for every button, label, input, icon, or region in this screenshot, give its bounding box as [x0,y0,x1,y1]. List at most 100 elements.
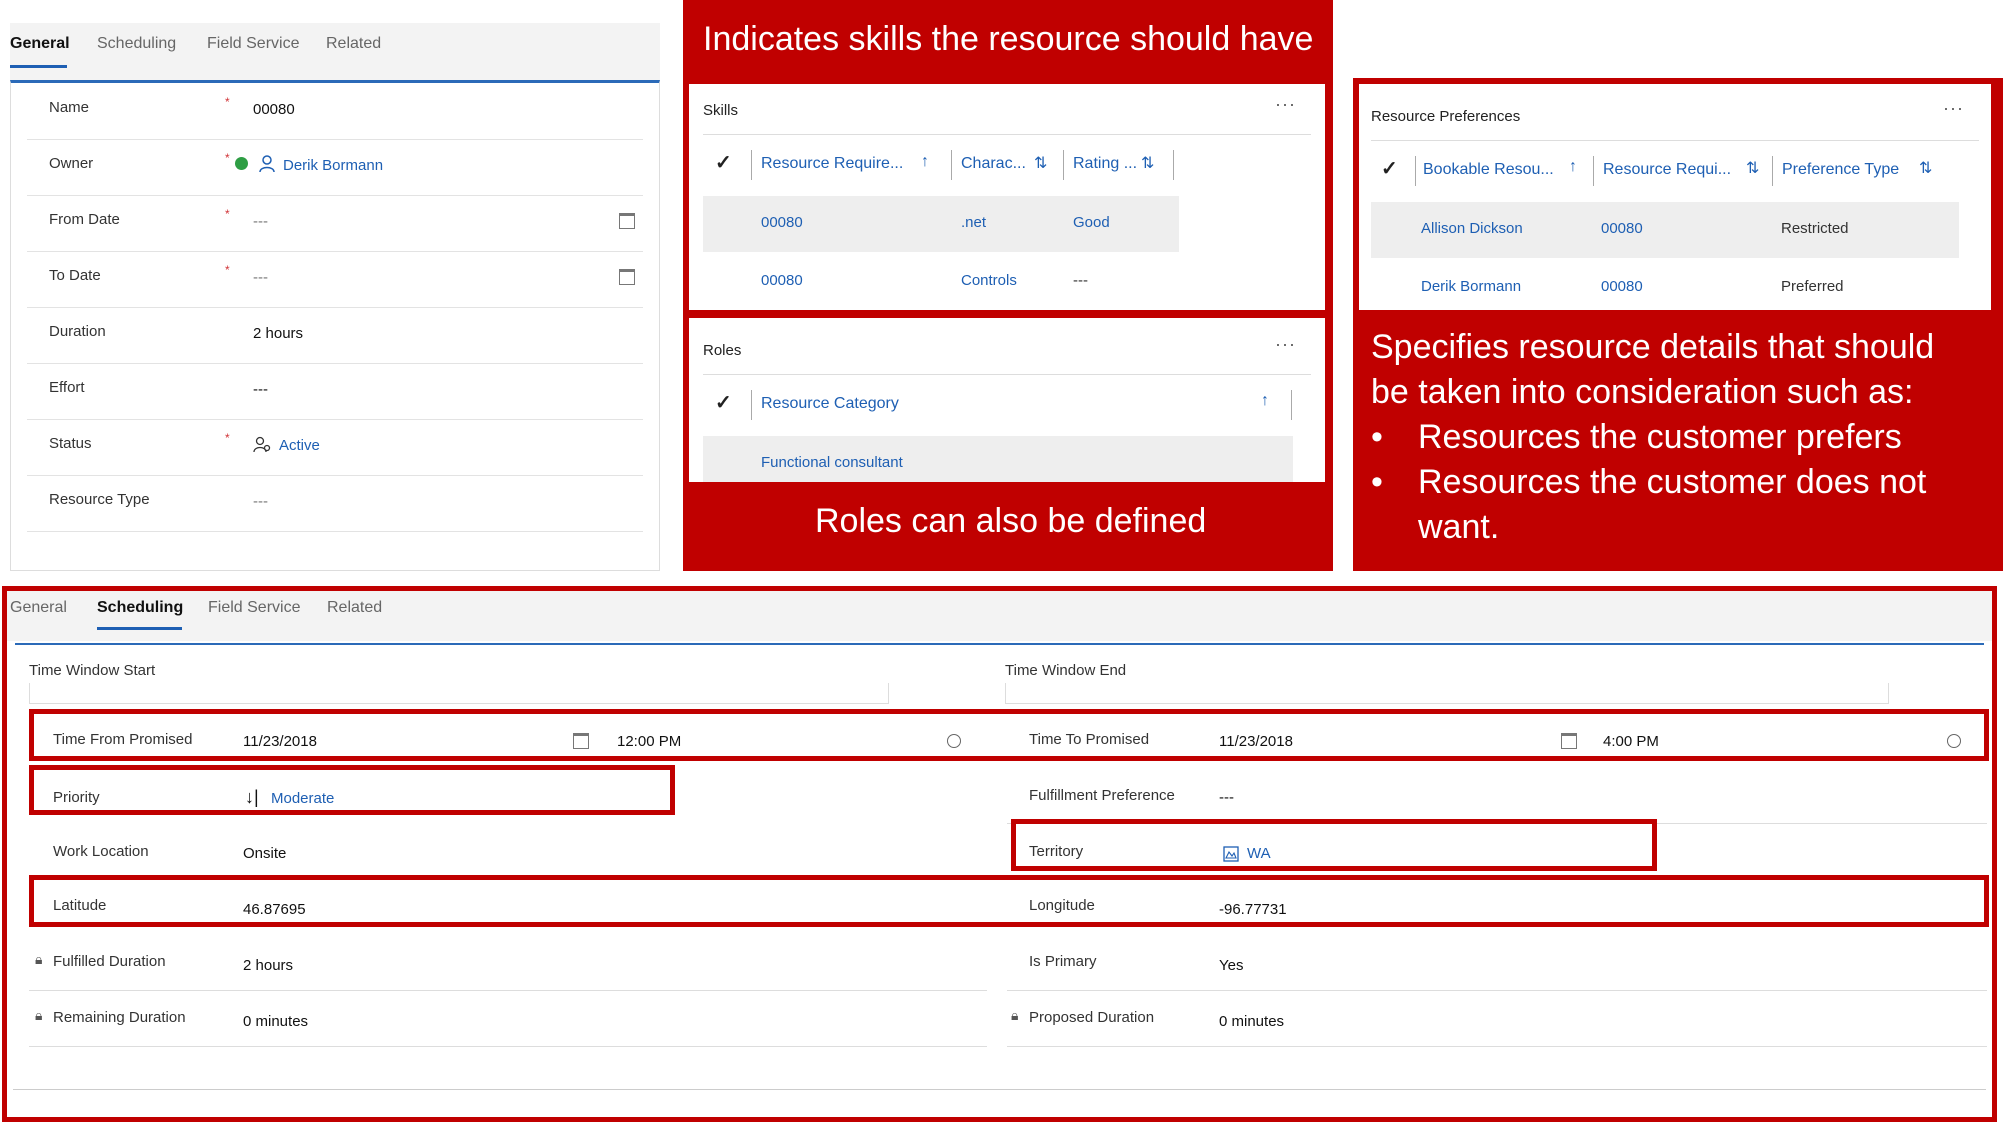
column-separator [1772,156,1773,186]
skills-title: Skills [703,102,739,119]
field-label: Effort [49,379,85,396]
tab-field-service[interactable]: Field Service [208,599,300,617]
resource-preferences-title: Resource Preferences [1371,108,1521,125]
scheduling-form-panel: General Scheduling Field Service Related… [2,586,1997,1122]
sort-up-icon[interactable]: ↑ [921,153,929,171]
general-form-card: Name * 00080 Owner * Derik Bormann From … [10,80,660,571]
skill-characteristic-link[interactable]: .net [961,214,986,231]
skills-callout-heading: Indicates skills the resource should hav… [703,20,1314,58]
resource-requirement-link[interactable]: 00080 [1601,220,1643,237]
active-tab-indicator [10,65,67,68]
role-category-link[interactable]: Functional consultant [761,454,903,471]
work-location-label: Work Location [53,843,149,860]
skill-rating-link[interactable]: Good [1073,214,1110,231]
column-header-resource-requirement[interactable]: Resource Requi... [1603,161,1731,179]
preference-type-value: Preferred [1781,278,1844,295]
preferences-note-line1: Specifies resource details that should [1371,328,1935,366]
bookable-resource-link[interactable]: Allison Dickson [1421,220,1523,237]
work-location-value[interactable]: Onsite [243,845,286,862]
required-marker: * [225,207,230,221]
is-primary-value[interactable]: Yes [1219,957,1243,974]
field-label: Resource Type [49,491,150,508]
duration-value[interactable]: 2 hours [253,325,303,342]
skill-characteristic-link[interactable]: Controls [961,272,1017,289]
column-header-preference-type[interactable]: Preference Type [1782,161,1899,179]
skills-callout: Indicates skills the resource should hav… [683,0,1333,571]
skill-requirement-link[interactable]: 00080 [761,272,803,289]
field-label: Name [49,99,90,116]
preference-type-value: Restricted [1781,220,1849,237]
column-header-resource-category[interactable]: Resource Category [761,395,899,413]
sort-icon[interactable]: ⇅ [1034,153,1047,173]
proposed-duration-value: 0 minutes [1219,1013,1285,1030]
check-icon[interactable]: ✓ [715,150,732,175]
column-header-resource-requirement[interactable]: Resource Require... [761,155,903,173]
tab-general[interactable]: General [10,35,70,53]
calendar-icon[interactable] [619,269,635,285]
tab-related[interactable]: Related [326,35,381,53]
roles-title: Roles [703,342,742,359]
bullet-icon: • [1371,463,1383,501]
status-icon [235,157,248,170]
column-separator [1063,150,1064,180]
highlight-territory [1011,819,1657,871]
fulfillment-preference-value[interactable]: --- [1219,789,1234,806]
column-separator [951,150,952,180]
status-record-icon [253,436,271,453]
sort-up-icon[interactable]: ↑ [1569,158,1577,176]
lock-icon: 🔒︎ [35,1007,43,1023]
time-window-end-input[interactable] [1005,683,1889,704]
column-separator [1173,150,1174,180]
column-header-bookable-resource[interactable]: Bookable Resou... [1423,161,1554,179]
name-value[interactable]: 00080 [253,101,295,118]
owner-link[interactable]: Derik Bormann [283,157,383,174]
fulfilled-duration-label: Fulfilled Duration [53,953,166,970]
required-marker: * [225,431,230,445]
sort-up-icon[interactable]: ↑ [1261,392,1269,410]
time-window-end-label: Time Window End [1005,662,1127,679]
from-date-value[interactable]: --- [253,213,268,230]
skill-rating-value: --- [1073,272,1088,289]
field-label: Duration [49,323,106,340]
field-row-from-date: From Date * --- [27,195,643,252]
highlight-priority [29,765,675,815]
divider [1371,140,1979,141]
lock-icon: 🔒︎ [35,951,43,967]
lock-icon: 🔒︎ [1011,1007,1019,1023]
column-header-rating[interactable]: Rating ... [1073,155,1137,173]
time-window-start-input[interactable] [29,683,889,704]
check-icon[interactable]: ✓ [715,390,732,415]
divider [29,1046,987,1047]
column-header-characteristic[interactable]: Charac... [961,155,1026,173]
bookable-resource-link[interactable]: Derik Bormann [1421,278,1521,295]
roles-subgrid: Roles ··· ✓ Resource Category ↑ Function… [689,318,1325,482]
active-tab-indicator [97,627,182,630]
preferences-bullet-2-line2: want. [1418,508,1500,546]
bullet-icon: • [1371,418,1383,456]
more-options-icon[interactable]: ··· [1275,334,1296,355]
more-options-icon[interactable]: ··· [1275,94,1296,115]
effort-value[interactable]: --- [253,381,268,398]
form-top-rule [15,643,1984,645]
tab-scheduling[interactable]: Scheduling [97,599,183,617]
is-primary-label: Is Primary [1029,953,1097,970]
fulfilled-duration-value: 2 hours [243,957,294,974]
to-date-value[interactable]: --- [253,269,268,286]
sort-icon[interactable]: ⇅ [1141,153,1154,173]
resource-requirement-link[interactable]: 00080 [1601,278,1643,295]
divider [703,134,1311,135]
tab-scheduling[interactable]: Scheduling [97,35,176,53]
more-options-icon[interactable]: ··· [1943,98,1964,119]
resource-type-value[interactable]: --- [253,493,268,510]
status-link[interactable]: Active [279,437,320,454]
sort-icon[interactable]: ⇅ [1919,158,1932,178]
check-icon[interactable]: ✓ [1381,156,1398,181]
skill-requirement-link[interactable]: 00080 [761,214,803,231]
column-separator [1593,156,1594,186]
tab-general[interactable]: General [10,599,67,617]
field-label: Owner [49,155,94,172]
calendar-icon[interactable] [619,213,635,229]
sort-icon[interactable]: ⇅ [1746,158,1759,178]
tab-related[interactable]: Related [327,599,382,617]
tab-field-service[interactable]: Field Service [207,35,299,53]
